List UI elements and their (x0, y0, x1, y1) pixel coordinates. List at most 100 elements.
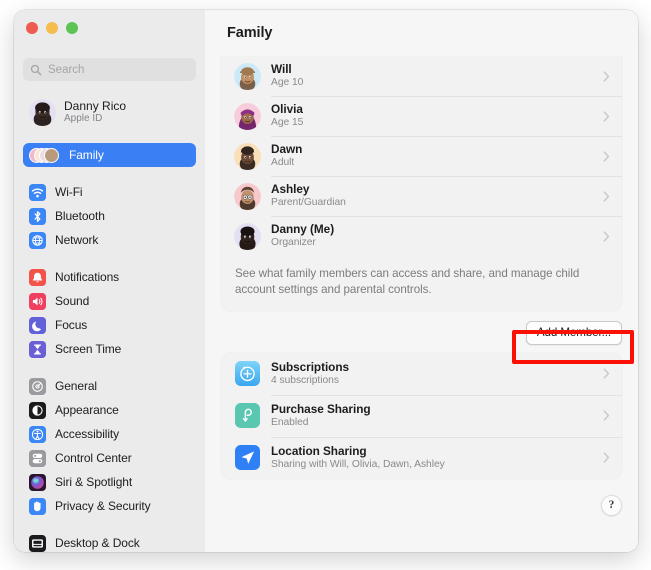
member-text: Danny (Me) Organizer (271, 222, 603, 250)
member-role: Age 10 (271, 76, 304, 88)
add-member-bar: Add Member... (205, 313, 638, 353)
gear-icon (29, 377, 46, 395)
sidebar-item-label: Accessibility (55, 427, 120, 441)
account-subtitle: Apple ID (64, 113, 103, 125)
sidebar-item-label: Control Center (55, 451, 132, 465)
close-window-button[interactable] (26, 22, 38, 34)
sidebar-item-accessibility[interactable]: Accessibility (23, 422, 196, 446)
service-text: Location Sharing Sharing with Will, Oliv… (271, 444, 603, 472)
sidebar-item-label: Family (69, 148, 104, 162)
help-button[interactable]: ? (601, 494, 622, 516)
purchase-sharing-icon (235, 403, 260, 429)
family-member-row-danny[interactable]: Danny (Me) Organizer (221, 216, 622, 256)
sidebar-item-list: Danny Rico Apple ID Family Wi-Fi Bluetoo… (14, 94, 205, 552)
settings-scroll-area[interactable]: Will Age 10 Olivia Age 15 Dawn Adult Ash… (205, 56, 638, 552)
sidebar-item-screen-time[interactable]: Screen Time (23, 337, 196, 361)
service-name: Purchase Sharing (271, 402, 371, 417)
sidebar-item-label: Network (55, 233, 99, 247)
avatar (29, 98, 56, 126)
member-name: Olivia (271, 102, 303, 117)
help-bar: ? (205, 479, 638, 516)
member-name: Ashley (271, 182, 310, 197)
sidebar-item-apple-id[interactable]: Danny Rico Apple ID (23, 94, 196, 130)
sidebar-item-control-center[interactable]: Control Center (23, 446, 196, 470)
subscriptions-icon (235, 361, 260, 387)
sidebar-divider-4 (14, 518, 205, 531)
sidebar-item-bluetooth[interactable]: Bluetooth (23, 204, 196, 228)
sidebar-item-notifications[interactable]: Notifications (23, 265, 196, 289)
control-center-icon (29, 449, 46, 467)
family-member-row-dawn[interactable]: Dawn Adult (221, 136, 622, 176)
family-member-row-will[interactable]: Will Age 10 (221, 56, 622, 96)
network-globe-icon (29, 231, 46, 249)
chevron-right-icon (603, 410, 610, 422)
member-name: Dawn (271, 142, 303, 157)
desktop-dock-icon (29, 534, 46, 552)
wifi-icon (29, 183, 46, 201)
family-stack-icon (29, 147, 63, 164)
speaker-icon (29, 292, 46, 310)
sidebar-item-label: Screen Time (55, 342, 122, 356)
member-name: Danny (Me) (271, 222, 335, 237)
service-name: Location Sharing (271, 444, 367, 459)
service-row-subscriptions[interactable]: Subscriptions 4 subscriptions (221, 353, 622, 395)
appearance-icon (29, 401, 46, 419)
avatar (234, 102, 261, 130)
sidebar-item-general[interactable]: General (23, 374, 196, 398)
member-role: Age 15 (271, 116, 304, 128)
sidebar: Danny Rico Apple ID Family (14, 10, 206, 552)
minimize-window-button[interactable] (46, 22, 58, 34)
service-text: Subscriptions 4 subscriptions (271, 360, 603, 388)
siri-icon (29, 473, 46, 491)
sidebar-item-label: Wi-Fi (55, 185, 83, 199)
sidebar-item-label: Desktop & Dock (55, 536, 140, 550)
sidebar-item-label: Sound (55, 294, 90, 308)
sidebar-item-label: General (55, 379, 97, 393)
screenshot-root: Danny Rico Apple ID Family (0, 0, 651, 570)
sidebar-item-family[interactable]: Family (23, 143, 196, 167)
sidebar-item-label: Bluetooth (55, 209, 105, 223)
sidebar-search-box[interactable] (23, 58, 196, 81)
accessibility-icon (29, 425, 46, 443)
sidebar-item-sound[interactable]: Sound (23, 289, 196, 313)
family-description: See what family members can access and s… (235, 267, 580, 296)
family-member-row-olivia[interactable]: Olivia Age 15 (221, 96, 622, 136)
family-member-row-ashley[interactable]: Ashley Parent/Guardian (221, 176, 622, 216)
member-text: Will Age 10 (271, 62, 603, 90)
sidebar-item-privacy-security[interactable]: Privacy & Security (23, 494, 196, 518)
sidebar-item-label: Notifications (55, 270, 120, 284)
chevron-right-icon (603, 368, 610, 380)
sidebar-item-wifi[interactable]: Wi-Fi (23, 180, 196, 204)
service-row-purchase-sharing[interactable]: Purchase Sharing Enabled (221, 394, 622, 437)
hand-shield-icon (29, 497, 46, 515)
sidebar-item-label: Appearance (55, 403, 119, 417)
search-input[interactable] (48, 63, 189, 76)
sidebar-item-network[interactable]: Network (23, 228, 196, 252)
member-text: Olivia Age 15 (271, 102, 603, 130)
member-text: Ashley Parent/Guardian (271, 182, 603, 210)
sidebar-item-appearance[interactable]: Appearance (23, 398, 196, 422)
bell-icon (29, 268, 46, 286)
account-name: Danny Rico (64, 98, 127, 113)
service-status: Enabled (271, 416, 309, 428)
member-role: Adult (271, 156, 295, 168)
chevron-right-icon (603, 452, 610, 464)
add-member-button[interactable]: Add Member... (525, 320, 622, 345)
service-row-location-sharing[interactable]: Location Sharing Sharing with Will, Oliv… (221, 436, 622, 479)
avatar (234, 62, 261, 90)
sidebar-divider-3 (14, 361, 205, 374)
service-text: Purchase Sharing Enabled (271, 402, 603, 430)
bluetooth-icon (29, 207, 46, 225)
sidebar-item-siri-spotlight[interactable]: Siri & Spotlight (23, 470, 196, 494)
sidebar-item-focus[interactable]: Focus (23, 313, 196, 337)
service-status: 4 subscriptions (271, 374, 339, 386)
sidebar-item-desktop-dock[interactable]: Desktop & Dock (23, 531, 196, 552)
location-sharing-icon (235, 445, 260, 471)
service-name: Subscriptions (271, 360, 350, 375)
member-text: Dawn Adult (271, 142, 603, 170)
maximize-window-button[interactable] (66, 22, 78, 34)
member-role: Organizer (271, 236, 316, 248)
window-traffic-lights (26, 22, 78, 34)
sidebar-item-label: Privacy & Security (55, 499, 151, 513)
avatar (234, 182, 261, 210)
